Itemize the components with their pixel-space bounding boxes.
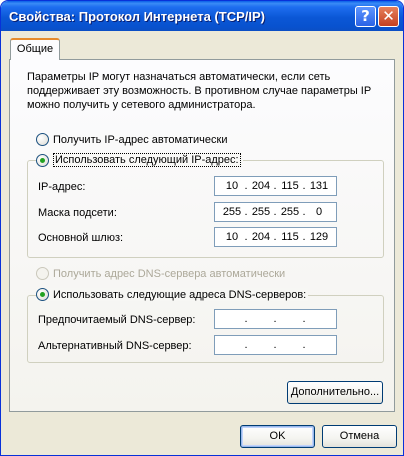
- octet-separator: .: [244, 313, 248, 325]
- subnet-mask-input[interactable]: 255 . 255 . 255 . 0: [214, 202, 337, 222]
- octet: 204: [251, 231, 271, 243]
- dns-auto-label: Получить адрес DNS-сервера автоматически: [53, 267, 286, 280]
- octet: 115: [281, 180, 299, 192]
- preferred-dns-input[interactable]: . . .: [214, 309, 337, 329]
- octet-separator: .: [244, 180, 248, 192]
- octet-separator: .: [273, 206, 277, 218]
- intro-text: Параметры IP могут назначаться автоматич…: [27, 71, 371, 111]
- default-gateway-input[interactable]: 10 . 204 . 115 . 129: [214, 227, 337, 247]
- dns-manual-option[interactable]: Использовать следующие адреса DNS-сервер…: [36, 288, 309, 301]
- octet: 10: [225, 231, 239, 243]
- octet: 255: [251, 206, 271, 218]
- ip-manual-option[interactable]: Использовать следующий IP-адрес:: [36, 153, 243, 167]
- octet: 255: [222, 206, 242, 218]
- octet: 204: [251, 180, 271, 192]
- octet-separator: .: [302, 180, 306, 192]
- dns-auto-radio[interactable]: [36, 267, 49, 280]
- octet-separator: .: [302, 206, 306, 218]
- octet-separator: .: [302, 339, 306, 351]
- ip-auto-option[interactable]: Получить IP-адрес автоматически: [36, 133, 227, 146]
- help-button[interactable]: ?: [355, 6, 376, 27]
- octet-separator: .: [273, 180, 277, 192]
- octet-separator: .: [244, 231, 248, 243]
- dialog-window: Свойства: Протокол Интернета (TCP/IP) ? …: [0, 0, 404, 456]
- cancel-button[interactable]: Отмена: [322, 425, 397, 448]
- title-bar[interactable]: Свойства: Протокол Интернета (TCP/IP) ? …: [1, 1, 403, 31]
- dns-manual-radio[interactable]: [36, 288, 49, 301]
- default-gateway-label: Основной шлюз:: [38, 232, 124, 244]
- dns-auto-option[interactable]: Получить адрес DNS-сервера автоматически: [36, 267, 285, 280]
- subnet-mask-label: Маска подсети:: [38, 207, 117, 219]
- octet-separator: .: [273, 231, 277, 243]
- alternate-dns-input[interactable]: . . .: [214, 335, 337, 355]
- ok-button[interactable]: OK: [240, 425, 315, 448]
- octet: 0: [315, 206, 323, 218]
- octet-separator: .: [302, 313, 306, 325]
- octet: 115: [281, 231, 299, 243]
- advanced-button[interactable]: Дополнительно...: [287, 381, 383, 404]
- ip-auto-radio[interactable]: [36, 133, 49, 146]
- alternate-dns-label: Альтернативный DNS-сервер:: [38, 340, 192, 352]
- octet-separator: .: [273, 313, 277, 325]
- ip-address-input[interactable]: 10 . 204 . 115 . 131: [214, 176, 337, 196]
- ip-address-label: IP-адрес:: [38, 181, 86, 193]
- preferred-dns-label: Предпочитаемый DNS-сервер:: [38, 314, 196, 326]
- close-icon: ✕: [382, 7, 395, 25]
- ip-manual-label: Использовать следующий IP-адрес:: [53, 153, 241, 167]
- octet-separator: .: [244, 206, 248, 218]
- octet: 131: [309, 180, 329, 192]
- octet: 129: [309, 231, 329, 243]
- dns-manual-label: Использовать следующие адреса DNS-сервер…: [53, 288, 307, 301]
- octet: 255: [280, 206, 300, 218]
- help-icon: ?: [361, 7, 370, 25]
- octet-separator: .: [273, 339, 277, 351]
- octet-separator: .: [244, 339, 248, 351]
- ip-manual-radio[interactable]: [36, 153, 49, 167]
- close-button[interactable]: ✕: [378, 6, 399, 27]
- octet-separator: .: [302, 231, 306, 243]
- tab-general[interactable]: Общие: [10, 38, 60, 60]
- ip-auto-label: Получить IP-адрес автоматически: [53, 133, 228, 146]
- window-title: Свойства: Протокол Интернета (TCP/IP): [9, 9, 265, 24]
- tab-panel-general: Параметры IP могут назначаться автоматич…: [9, 59, 395, 412]
- octet: 10: [225, 180, 239, 192]
